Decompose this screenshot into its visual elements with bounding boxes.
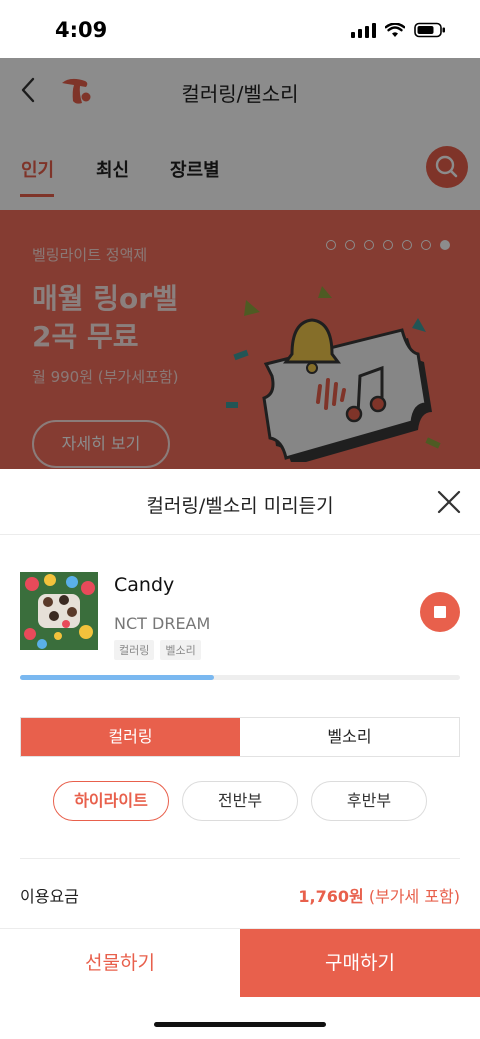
action-footer: 선물하기 구매하기 <box>0 928 480 997</box>
fee-amount: 1,760원 <box>298 887 364 906</box>
cellular-signal-icon <box>351 22 376 38</box>
track-title: Candy <box>114 574 175 596</box>
status-time: 4:09 <box>55 18 108 42</box>
segment-bell[interactable]: 벨소리 <box>240 718 459 756</box>
stop-button[interactable] <box>420 592 460 632</box>
type-selector: 컬러링 벨소리 <box>20 717 460 757</box>
status-icons <box>351 22 446 38</box>
part-selector: 하이라이트 전반부 후반부 <box>0 781 480 821</box>
playback-progress-fill <box>20 675 214 680</box>
dim-overlay[interactable] <box>0 58 480 469</box>
wifi-icon <box>385 22 405 37</box>
fee-label: 이용요금 <box>20 887 79 906</box>
stop-icon <box>434 606 446 618</box>
gift-button[interactable]: 선물하기 <box>0 929 240 997</box>
sheet-title: 컬러링/벨소리 미리듣기 <box>146 495 334 517</box>
divider <box>20 858 460 859</box>
track-info: Candy NCT DREAM 컬러링 벨소리 <box>20 572 460 660</box>
segment-coloring[interactable]: 컬러링 <box>21 718 240 756</box>
background-app: 컬러링/벨소리 인기 최신 장르별 벨링라이트 정액제 매월 링or벨 2곡 무… <box>0 58 480 469</box>
part-first-half-button[interactable]: 전반부 <box>182 781 298 821</box>
battery-icon <box>414 22 445 38</box>
home-indicator <box>154 1022 326 1027</box>
sheet-header: 컬러링/벨소리 미리듣기 <box>0 469 480 535</box>
part-highlight-button[interactable]: 하이라이트 <box>53 781 169 821</box>
fee-value: 1,760원 (부가세 포함) <box>298 883 460 907</box>
track-artist: NCT DREAM <box>114 614 211 633</box>
part-second-half-button[interactable]: 후반부 <box>311 781 427 821</box>
preview-sheet: 컬러링/벨소리 미리듣기 Candy NCT DREAM 컬러링 벨소리 컬러링… <box>0 469 480 1039</box>
album-art <box>20 572 98 650</box>
close-icon[interactable] <box>434 487 464 517</box>
buy-button[interactable]: 구매하기 <box>240 929 480 997</box>
track-tags: 컬러링 벨소리 <box>114 640 201 660</box>
tag-bell: 벨소리 <box>160 640 201 660</box>
status-bar: 4:09 <box>0 0 480 58</box>
playback-progress[interactable] <box>20 675 460 680</box>
fee-note: (부가세 포함) <box>368 887 460 906</box>
tag-coloring: 컬러링 <box>114 640 155 660</box>
